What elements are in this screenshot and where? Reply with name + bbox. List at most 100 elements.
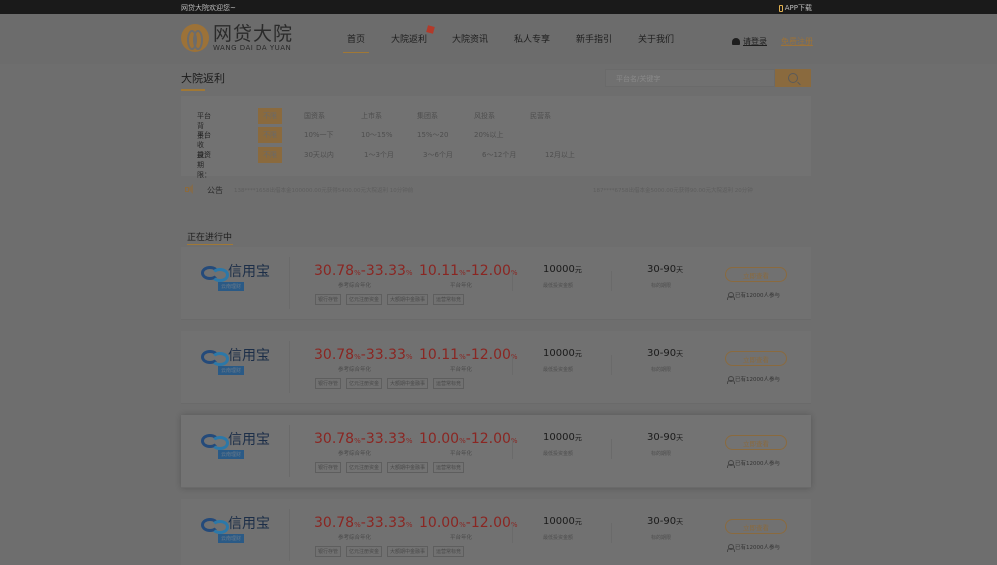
participants-text: 已有12000人参与 bbox=[735, 545, 780, 551]
pct-symbol: % bbox=[459, 521, 466, 529]
column-divider bbox=[512, 439, 513, 459]
filter-option[interactable]: 30天以内 bbox=[304, 150, 334, 160]
filter-option[interactable]: 不限 bbox=[258, 147, 282, 163]
filter-option[interactable]: 6～12个月 bbox=[482, 150, 516, 160]
platform-logo: 信用宝 bbox=[201, 429, 270, 450]
participants-text: 已有12000人参与 bbox=[735, 293, 780, 299]
filter-option[interactable]: 集团系 bbox=[417, 111, 438, 121]
min-amount: 10000元 bbox=[543, 348, 582, 359]
filter-option[interactable]: 12月以上 bbox=[545, 150, 575, 160]
nav-item-about[interactable]: 关于我们 bbox=[638, 32, 674, 45]
filter-option[interactable]: 10%一下 bbox=[304, 130, 334, 140]
person-icon bbox=[727, 543, 735, 552]
filter-option[interactable]: 20%以上 bbox=[474, 130, 504, 140]
pct-symbol: % bbox=[459, 353, 466, 361]
platform-rate-label: 平台年化 bbox=[450, 451, 473, 457]
min-amount-value: 10000 bbox=[543, 348, 575, 359]
term-label: 标的期限 bbox=[651, 535, 672, 541]
site-logo[interactable]: 网贷大院 WANG DAI DA YUAN bbox=[181, 24, 293, 52]
nav-item-home[interactable]: 首页 bbox=[342, 32, 370, 53]
product-card[interactable]: 信用宝 云南理财 30.78%-33.33% 参考综合年化 10.00%-12.… bbox=[181, 499, 811, 565]
feature-badge: 大额期中金融事 bbox=[387, 294, 429, 305]
min-amount-label: 最低投资金额 bbox=[543, 367, 574, 373]
filter-option[interactable]: 民营系 bbox=[530, 111, 551, 121]
plat-rate-low: 10.00 bbox=[419, 515, 460, 531]
platform-name: 信用宝 bbox=[228, 264, 270, 280]
term: 30-90天 bbox=[647, 516, 683, 527]
nav-item-private[interactable]: 私人专享 bbox=[514, 32, 550, 45]
search-button[interactable] bbox=[775, 69, 811, 87]
platform-logo-icon bbox=[201, 349, 229, 366]
plat-rate-high: 12.00 bbox=[470, 515, 511, 531]
ref-rate-high: 33.33 bbox=[365, 347, 406, 363]
search-input[interactable]: 平台名/关键字 bbox=[605, 69, 775, 87]
speaker-icon bbox=[185, 184, 195, 194]
min-amount-value: 10000 bbox=[543, 516, 575, 527]
min-amount-unit: 元 bbox=[574, 518, 582, 526]
notice-label: 公告 bbox=[207, 186, 223, 195]
section-title: 正在进行中 bbox=[187, 233, 233, 243]
login-link[interactable]: 请登录 bbox=[743, 36, 767, 47]
min-amount-label: 最低投资金额 bbox=[543, 535, 574, 541]
term-unit: 天 bbox=[676, 266, 684, 274]
filter-option[interactable]: 不限 bbox=[258, 108, 282, 124]
nav-item-news[interactable]: 大院资讯 bbox=[452, 32, 488, 45]
feature-badge: 亿元注册资金 bbox=[346, 294, 383, 305]
filter-option[interactable]: 风投系 bbox=[474, 111, 495, 121]
ref-rate-low: 30.78 bbox=[314, 515, 355, 531]
filter-option[interactable]: 10～15% bbox=[361, 130, 392, 140]
view-now-button[interactable]: 立即查看 bbox=[725, 267, 787, 282]
pct-symbol: % bbox=[459, 269, 466, 277]
nav-item-rebate[interactable]: 大院返利 bbox=[391, 25, 435, 45]
min-amount-unit: 元 bbox=[574, 350, 582, 358]
term-value: 30-90 bbox=[647, 348, 677, 359]
logo-cn: 网贷大院 bbox=[213, 23, 294, 45]
ref-rate: 30.78%-33.33% bbox=[314, 344, 413, 363]
product-card[interactable]: 信用宝 云南理财 30.78%-33.33% 参考综合年化 10.00%-12.… bbox=[181, 415, 811, 488]
view-now-button[interactable]: 立即查看 bbox=[725, 435, 787, 450]
view-now-button[interactable]: 立即查看 bbox=[725, 519, 787, 534]
feature-badge: 运营常标竞 bbox=[433, 294, 465, 305]
register-link[interactable]: 免费注册 bbox=[781, 36, 813, 47]
plat-rate-low: 10.00 bbox=[419, 431, 460, 447]
feature-badge: 银行存管 bbox=[315, 294, 342, 305]
platform-name: 信用宝 bbox=[228, 348, 270, 364]
nav-item-guide[interactable]: 新手指引 bbox=[576, 32, 612, 45]
feature-badge: 大额期中金融事 bbox=[387, 462, 429, 473]
logo-mark-icon bbox=[181, 24, 209, 52]
platform-tag: 云南理财 bbox=[218, 534, 245, 543]
feature-badge: 亿元注册资金 bbox=[346, 546, 383, 557]
filter-option[interactable]: 3～6个月 bbox=[423, 150, 453, 160]
feature-badges: 银行存管 亿元注册资金 大额期中金融事 运营常标竞 bbox=[315, 378, 465, 389]
app-download-link[interactable]: APP下载 bbox=[778, 3, 812, 13]
filter-option[interactable]: 国资系 bbox=[304, 111, 325, 121]
filter-option[interactable]: 上市系 bbox=[361, 111, 382, 121]
feature-badge: 亿元注册资金 bbox=[346, 462, 383, 473]
product-card[interactable]: 信用宝 云南理财 30.78%-33.33% 参考综合年化 10.11%-12.… bbox=[181, 331, 811, 404]
pct-symbol: % bbox=[459, 437, 466, 445]
plat-rate-low: 10.11 bbox=[419, 263, 460, 279]
platform-name: 信用宝 bbox=[228, 432, 270, 448]
ref-rate-high: 33.33 bbox=[365, 515, 406, 531]
platform-logo-icon bbox=[201, 265, 229, 282]
product-card[interactable]: 信用宝 云南理财 30.78%-33.33% 参考综合年化 10.11%-12.… bbox=[181, 247, 811, 320]
logo-en: WANG DAI DA YUAN bbox=[213, 44, 292, 52]
platform-rate-label: 平台年化 bbox=[450, 367, 473, 373]
ref-rate-label: 参考综合年化 bbox=[338, 367, 372, 373]
filter-option[interactable]: 1～3个月 bbox=[364, 150, 394, 160]
nav-item-rebate-label: 大院返利 bbox=[391, 35, 428, 45]
column-divider bbox=[611, 271, 612, 291]
term-label: 标的期限 bbox=[651, 451, 672, 457]
pct-symbol: % bbox=[405, 521, 413, 529]
view-now-button[interactable]: 立即查看 bbox=[725, 351, 787, 366]
min-amount: 10000元 bbox=[543, 432, 582, 443]
min-amount: 10000元 bbox=[543, 516, 582, 527]
participants: 已有12000人参与 bbox=[727, 375, 780, 384]
feature-badge: 大额期中金融事 bbox=[387, 546, 429, 557]
min-amount-label: 最低投资金额 bbox=[543, 451, 574, 457]
filter-option[interactable]: 不限 bbox=[258, 127, 282, 143]
ref-rate-high: 33.33 bbox=[365, 263, 406, 279]
logo-text: 网贷大院 WANG DAI DA YUAN bbox=[213, 24, 293, 52]
filter-option[interactable]: 15%～20 bbox=[417, 130, 448, 140]
plat-rate-low: 10.11 bbox=[419, 347, 460, 363]
